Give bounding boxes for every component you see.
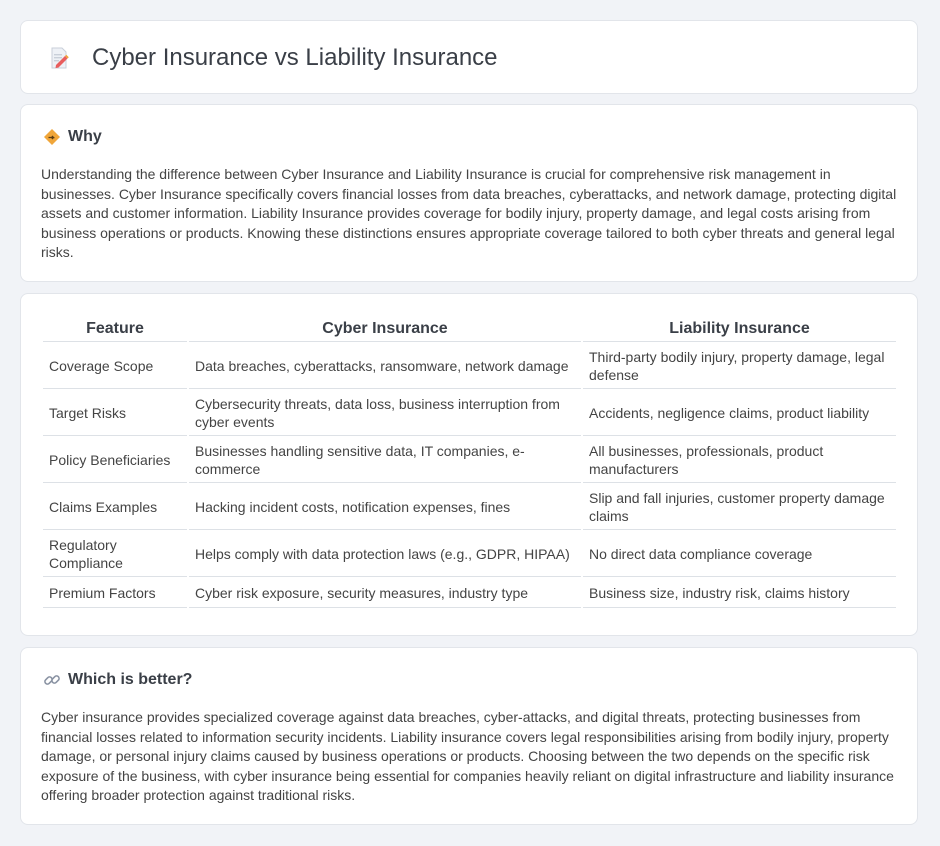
feature-cell: Target Risks xyxy=(43,391,187,436)
why-heading: Why xyxy=(68,128,102,145)
document-pen-icon xyxy=(47,46,71,70)
feature-cell: Regulatory Compliance xyxy=(43,532,187,577)
table-row: Coverage Scope Data breaches, cyberattac… xyxy=(43,344,896,389)
cyber-cell: Cybersecurity threats, data loss, busine… xyxy=(189,391,581,436)
liability-cell: Slip and fall injuries, customer propert… xyxy=(583,485,896,530)
page-title: Cyber Insurance vs Liability Insurance xyxy=(92,44,498,71)
liability-cell: Accidents, negligence claims, product li… xyxy=(583,391,896,436)
cyber-cell: Businesses handling sensitive data, IT c… xyxy=(189,438,581,483)
liability-cell: Business size, industry risk, claims his… xyxy=(583,579,896,608)
table-header-row: Feature Cyber Insurance Liability Insura… xyxy=(43,317,896,342)
title-card: Cyber Insurance vs Liability Insurance xyxy=(20,20,918,94)
table-row: Target Risks Cybersecurity threats, data… xyxy=(43,391,896,436)
why-heading-row: Why xyxy=(43,127,102,147)
table-row: Premium Factors Cyber risk exposure, sec… xyxy=(43,579,896,608)
cyber-cell: Cyber risk exposure, security measures, … xyxy=(189,579,581,608)
table-row: Policy Beneficiaries Businesses handling… xyxy=(43,438,896,483)
liability-cell: No direct data compliance coverage xyxy=(583,532,896,577)
comparison-table: Feature Cyber Insurance Liability Insura… xyxy=(41,315,898,610)
why-text: Understanding the difference between Cyb… xyxy=(41,166,897,261)
table-row: Claims Examples Hacking incident costs, … xyxy=(43,485,896,530)
feature-cell: Premium Factors xyxy=(43,579,187,608)
feature-cell: Coverage Scope xyxy=(43,344,187,389)
cyber-cell: Data breaches, cyberattacks, ransomware,… xyxy=(189,344,581,389)
header-cyber-insurance: Cyber Insurance xyxy=(189,317,581,342)
diamond-sign-icon xyxy=(43,128,61,146)
cyber-cell: Helps comply with data protection laws (… xyxy=(189,532,581,577)
better-heading-row: Which is better? xyxy=(43,670,192,690)
header-liability-insurance: Liability Insurance xyxy=(583,317,896,342)
table-row: Regulatory Compliance Helps comply with … xyxy=(43,532,896,577)
liability-cell: Third-party bodily injury, property dama… xyxy=(583,344,896,389)
better-text: Cyber insurance provides specialized cov… xyxy=(41,709,894,804)
which-is-better-section: Which is better? Cyber insurance provide… xyxy=(20,647,918,825)
better-heading: Which is better? xyxy=(68,671,193,688)
link-icon xyxy=(43,671,61,689)
header-feature: Feature xyxy=(43,317,187,342)
comparison-section: Feature Cyber Insurance Liability Insura… xyxy=(20,293,918,636)
why-section: Why Understanding the difference between… xyxy=(20,104,918,282)
liability-cell: All businesses, professionals, product m… xyxy=(583,438,896,483)
feature-cell: Claims Examples xyxy=(43,485,187,530)
cyber-cell: Hacking incident costs, notification exp… xyxy=(189,485,581,530)
feature-cell: Policy Beneficiaries xyxy=(43,438,187,483)
